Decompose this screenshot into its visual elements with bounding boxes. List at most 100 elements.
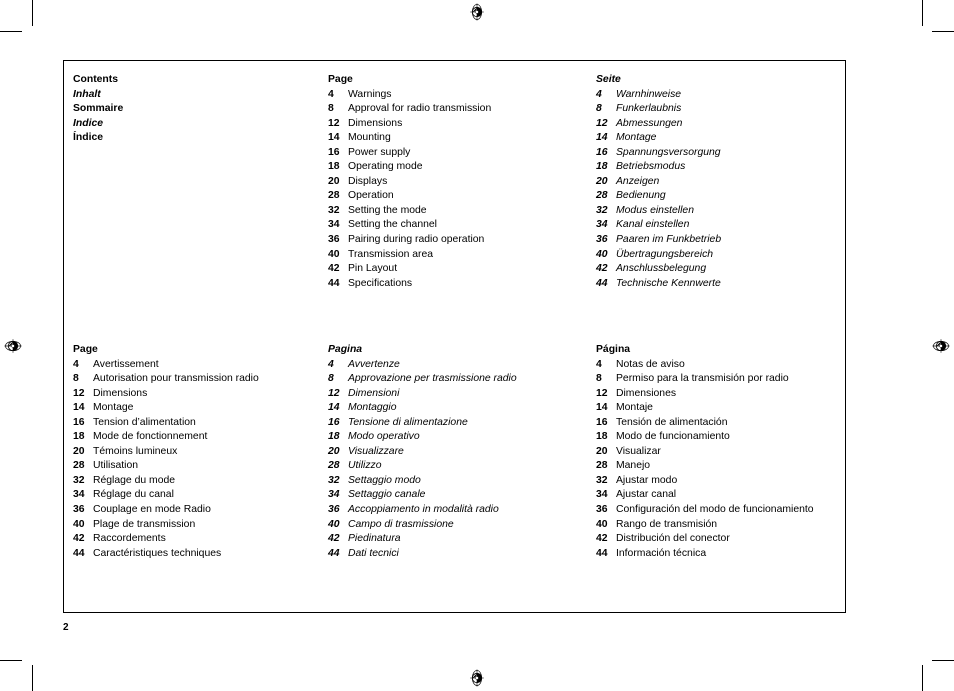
toc-entry[interactable]: 28 Utilizzo xyxy=(328,459,596,474)
toc-entry[interactable]: 8 Approvazione per trasmissione radio xyxy=(328,372,596,387)
toc-entry[interactable]: 12 Abmessungen xyxy=(596,117,856,132)
toc-entry[interactable]: 42 Distribución del conector xyxy=(596,532,856,547)
toc-entry-page: 14 xyxy=(328,132,340,144)
toc-entry[interactable]: 32 Modus einstellen xyxy=(596,204,856,219)
toc-entry[interactable]: 34 Setting the channel xyxy=(328,218,596,233)
toc-entry-page: 20 xyxy=(596,175,608,187)
toc-entry[interactable]: 36 Configuración del modo de funcionamien… xyxy=(596,503,856,518)
toc-entry[interactable]: 40 Transmission area xyxy=(328,248,596,263)
toc-entry[interactable]: 36 Accoppiamento in modalità radio xyxy=(328,503,596,518)
toc-entry[interactable]: 34 Réglage du canal xyxy=(73,488,328,503)
toc-entry[interactable]: 42 Pin Layout xyxy=(328,262,596,277)
toc-entry[interactable]: 4 Avertissement xyxy=(73,358,328,373)
toc-entry-title: Montaggio xyxy=(348,402,397,414)
toc-entry[interactable]: 4 Warnings xyxy=(328,88,596,103)
toc-entry-title: Notas de aviso xyxy=(616,358,685,370)
toc-entry[interactable]: 8 Funkerlaubnis xyxy=(596,102,856,117)
toc-entry[interactable]: 42 Anschlussbelegung xyxy=(596,262,856,277)
toc-entry[interactable]: 18 Modo de funcionamiento xyxy=(596,430,856,445)
toc-entry-title: Piedinatura xyxy=(348,533,401,545)
toc-entry[interactable]: 14 Montage xyxy=(73,401,328,416)
toc-entry[interactable]: 44 Caractéristiques techniques xyxy=(73,547,328,562)
toc-entry[interactable]: 44 Dati tecnici xyxy=(328,547,596,562)
toc-entry[interactable]: 4 Avvertenze xyxy=(328,358,596,373)
toc-entry[interactable]: 28 Operation xyxy=(328,189,596,204)
toc-entry[interactable]: 20 Visualizzare xyxy=(328,445,596,460)
toc-entry[interactable]: 18 Operating mode xyxy=(328,160,596,175)
toc-entry-page: 40 xyxy=(328,518,340,530)
toc-entry-title: Warnings xyxy=(348,88,392,100)
toc-entry[interactable]: 32 Réglage du mode xyxy=(73,474,328,489)
toc-entry[interactable]: 20 Anzeigen xyxy=(596,175,856,190)
toc-entry[interactable]: 28 Manejo xyxy=(596,459,856,474)
toc-entry[interactable]: 4 Notas de aviso xyxy=(596,358,856,373)
toc-entry-title: Dimensions xyxy=(348,117,403,129)
toc-entry[interactable]: 32 Settaggio modo xyxy=(328,474,596,489)
toc-entry[interactable]: 36 Couplage en mode Radio xyxy=(73,503,328,518)
toc-entry[interactable]: 16 Spannungsversorgung xyxy=(596,146,856,161)
toc-column-french: Page 4 Avertissement 8 Autorisation pour tr… xyxy=(73,343,328,561)
toc-entry-page: 16 xyxy=(328,146,340,158)
toc-entry[interactable]: 14 Mounting xyxy=(328,131,596,146)
toc-entry[interactable]: 32 Ajustar modo xyxy=(596,474,856,489)
toc-entry[interactable]: 40 Übertragungsbereich xyxy=(596,248,856,263)
toc-entry[interactable]: 42 Piedinatura xyxy=(328,532,596,547)
toc-entry[interactable]: 32 Setting the mode xyxy=(328,204,596,219)
toc-entry[interactable]: 8 Autorisation pour transmission radio xyxy=(73,372,328,387)
toc-entry[interactable]: 44 Información técnica xyxy=(596,547,856,562)
toc-entry[interactable]: 36 Pairing during radio operation xyxy=(328,233,596,248)
toc-entry[interactable]: 4 Warnhinweise xyxy=(596,88,856,103)
contents-label-italian: Indice xyxy=(73,117,104,129)
toc-list-german: 4 Warnhinweise 8 Funkerlaubnis 12 Abmessungen… xyxy=(596,88,856,292)
toc-entry[interactable]: 40 Campo di trasmissione xyxy=(328,518,596,533)
toc-entry[interactable]: 18 Modo operativo xyxy=(328,430,596,445)
toc-entry[interactable]: 44 Specifications xyxy=(328,277,596,292)
toc-entry[interactable]: 14 Montaje xyxy=(596,401,856,416)
toc-entry-page: 34 xyxy=(596,489,608,501)
toc-entry[interactable]: 12 Dimensiones xyxy=(596,387,856,402)
toc-entry[interactable]: 18 Mode de fonctionnement xyxy=(73,430,328,445)
toc-entry[interactable]: 16 Tensión de alimentación xyxy=(596,416,856,431)
toc-entry-page: 14 xyxy=(73,402,85,414)
toc-entry[interactable]: 16 Tensione di alimentazione xyxy=(328,416,596,431)
toc-entry[interactable]: 20 Visualizar xyxy=(596,445,856,460)
toc-entry[interactable]: 12 Dimensions xyxy=(73,387,328,402)
toc-entry[interactable]: 14 Montaggio xyxy=(328,401,596,416)
toc-entry[interactable]: 40 Rango de transmisión xyxy=(596,518,856,533)
toc-entry-page: 12 xyxy=(328,387,340,399)
toc-entry[interactable]: 16 Tension d’alimentation xyxy=(73,416,328,431)
toc-entry-title: Power supply xyxy=(348,146,411,158)
toc-entry[interactable]: 40 Plage de transmission xyxy=(73,518,328,533)
contents-label-french: Sommaire xyxy=(73,103,124,115)
toc-entry[interactable]: 12 Dimensions xyxy=(328,117,596,132)
toc-entry-title: Autorisation pour transmission radio xyxy=(93,373,259,385)
toc-entry-page: 28 xyxy=(596,460,608,472)
toc-entry[interactable]: 8 Permiso para la transmisión por radio xyxy=(596,372,856,387)
toc-entry[interactable]: 14 Montage xyxy=(596,131,856,146)
toc-entry[interactable]: 34 Ajustar canal xyxy=(596,488,856,503)
toc-entry-page: 4 xyxy=(596,88,602,100)
toc-entry[interactable]: 34 Settaggio canale xyxy=(328,488,596,503)
toc-entry[interactable]: 20 Témoins lumineux xyxy=(73,445,328,460)
toc-entry[interactable]: 44 Technische Kennwerte xyxy=(596,277,856,292)
toc-entry-title: Approval for radio transmission xyxy=(348,103,492,115)
toc-entry-title: Dati tecnici xyxy=(348,547,399,559)
toc-entry[interactable]: 8 Approval for radio transmission xyxy=(328,102,596,117)
column-header-english: Page xyxy=(328,74,353,85)
toc-entry[interactable]: 16 Power supply xyxy=(328,146,596,161)
toc-entry[interactable]: 36 Paaren im Funkbetrieb xyxy=(596,233,856,248)
toc-entry-page: 42 xyxy=(596,263,608,275)
toc-entry-title: Rango de transmisión xyxy=(616,518,718,530)
toc-entry[interactable]: 28 Bedienung xyxy=(596,189,856,204)
toc-entry-page: 32 xyxy=(73,474,85,486)
toc-entry-title: Operation xyxy=(348,190,394,202)
toc-entry[interactable]: 18 Betriebsmodus xyxy=(596,160,856,175)
toc-entry[interactable]: 42 Raccordements xyxy=(73,532,328,547)
toc-entry[interactable]: 34 Kanal einstellen xyxy=(596,218,856,233)
toc-entry[interactable]: 28 Utilisation xyxy=(73,459,328,474)
toc-entry-title: Dimensiones xyxy=(616,387,677,399)
toc-entry[interactable]: 20 Displays xyxy=(328,175,596,190)
toc-entry-page: 4 xyxy=(73,358,79,370)
toc-entry[interactable]: 12 Dimensioni xyxy=(328,387,596,402)
toc-column-italian: Pagina 4 Avvertenze 8 Approvazione per tras… xyxy=(328,343,596,561)
